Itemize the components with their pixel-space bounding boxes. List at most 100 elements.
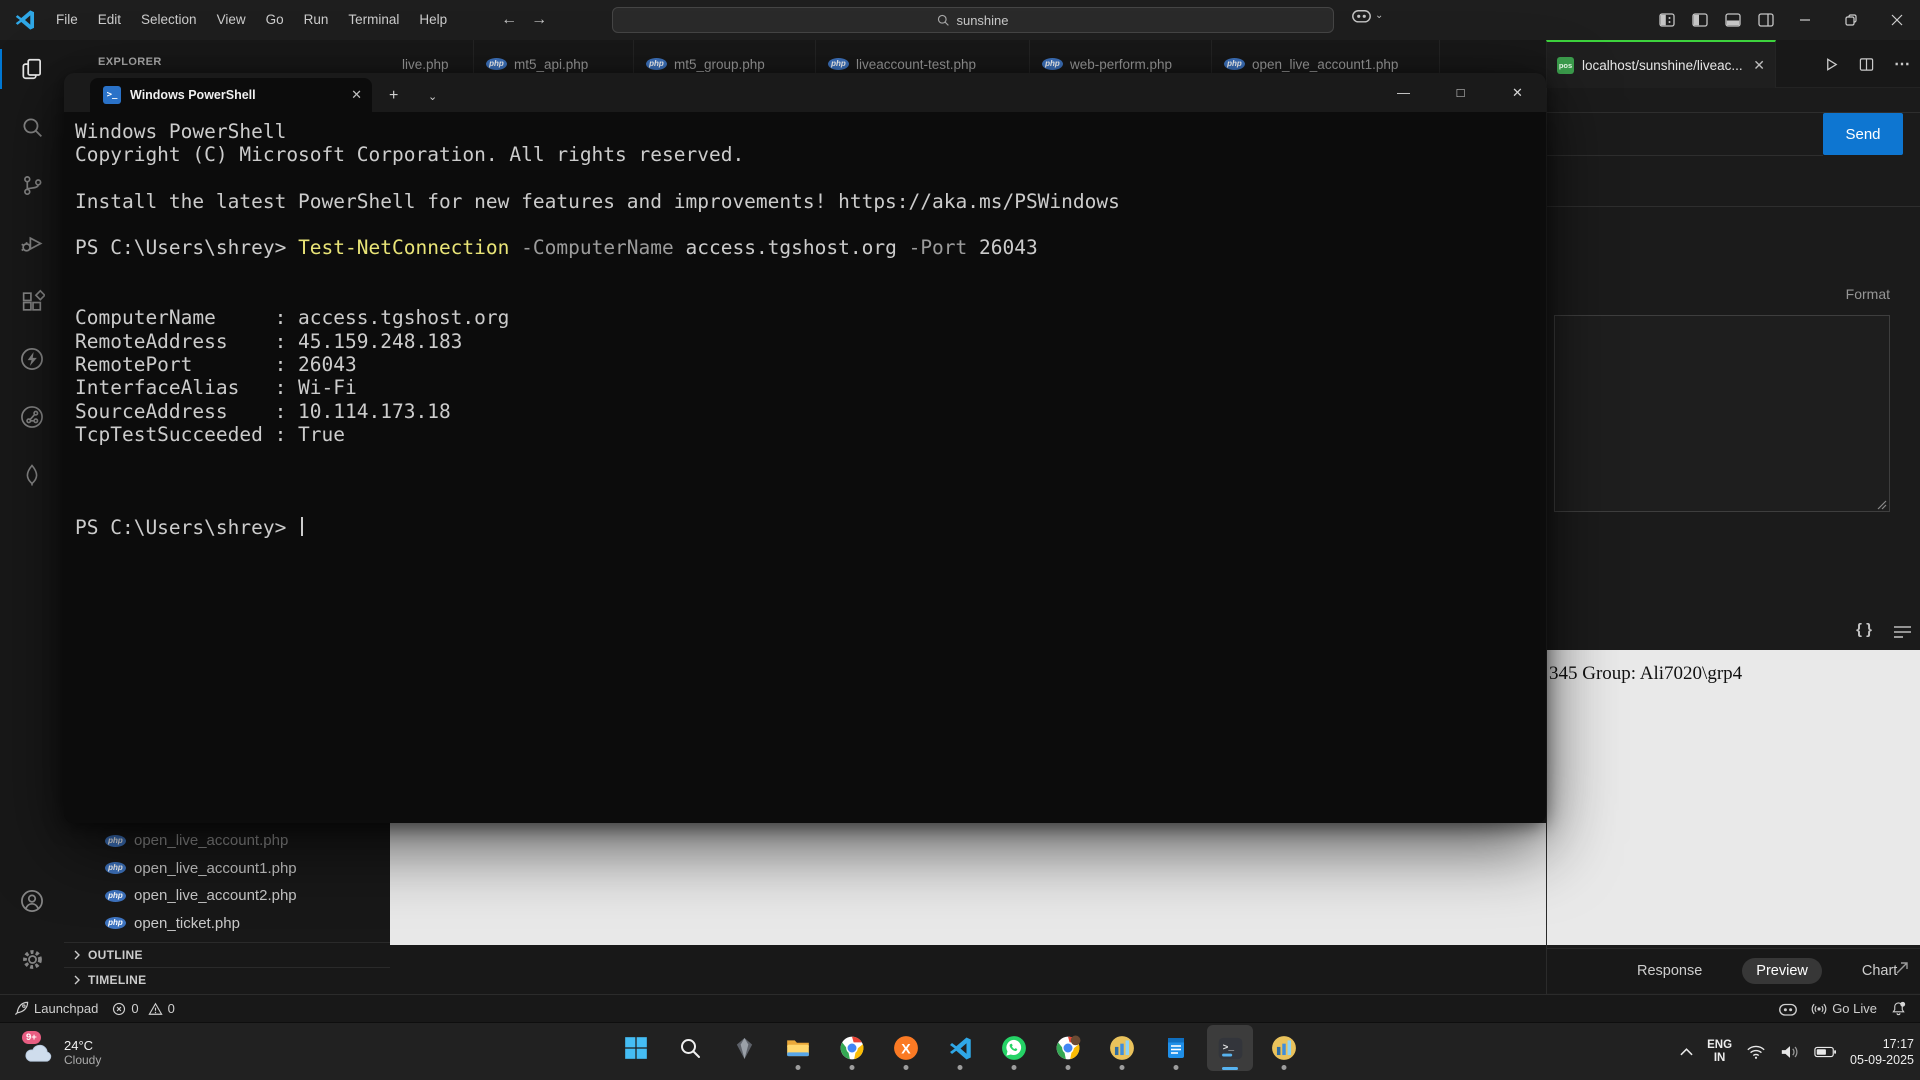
menu-edit[interactable]: Edit — [88, 0, 131, 40]
terminal-line: PS C:\Users\shrey> — [75, 516, 1546, 539]
terminal-tab[interactable]: >_ Windows PowerShell ✕ — [90, 78, 372, 112]
terminal-line — [75, 167, 1546, 190]
sidebar-item-mongodb[interactable] — [0, 446, 64, 504]
toggle-panel-icon[interactable] — [1716, 0, 1749, 40]
go-live-label: Go Live — [1832, 1001, 1877, 1016]
taskbar-icon-mt5-2[interactable] — [1261, 1025, 1307, 1071]
send-button[interactable]: Send — [1823, 113, 1903, 155]
request-body-textarea[interactable] — [1554, 315, 1890, 512]
section-outline[interactable]: OUTLINE — [64, 942, 390, 967]
taskbar-icon-start[interactable] — [613, 1025, 659, 1071]
menu-selection[interactable]: Selection — [131, 0, 207, 40]
running-indicator — [1282, 1065, 1287, 1070]
vscode-logo-icon — [14, 9, 36, 31]
menu-view[interactable]: View — [207, 0, 256, 40]
sidebar-item-extensions[interactable] — [0, 272, 64, 330]
window-close-button[interactable] — [1874, 0, 1920, 40]
menu-run[interactable]: Run — [294, 0, 339, 40]
copilot-menu[interactable]: ⌄ — [1352, 8, 1383, 23]
rest-client-panel: Send Format { } 345 Group: Ali7020\grp4 … — [1546, 88, 1920, 994]
terminal-line: Windows PowerShell — [75, 120, 1546, 143]
file-item-open_live_account2.php[interactable]: phpopen_live_account2.php — [64, 882, 390, 910]
tab-label: mt5_group.php — [674, 57, 765, 72]
toggle-secondary-sidebar-icon[interactable] — [1749, 0, 1782, 40]
json-braces-icon[interactable]: { } — [1856, 621, 1872, 638]
toggle-sidebar-icon[interactable] — [1683, 0, 1716, 40]
problems-button[interactable]: 0 0 — [105, 995, 181, 1022]
settings-button[interactable] — [0, 930, 64, 988]
settings-gear-icon — [20, 947, 45, 972]
terminal-output[interactable]: Windows PowerShellCopyright (C) Microsof… — [64, 112, 1546, 823]
sidebar-item-run-debug[interactable] — [0, 214, 64, 272]
account-button[interactable] — [0, 872, 64, 930]
taskbar-icon-search[interactable] — [667, 1025, 713, 1071]
window-minimize-button[interactable] — [1782, 0, 1828, 40]
search-icon — [937, 14, 950, 27]
taskbar-icon-terminal[interactable]: >_ — [1207, 1025, 1253, 1071]
window-restore-button[interactable] — [1828, 0, 1874, 40]
taskbar-icon-whatsapp[interactable] — [991, 1025, 1037, 1071]
nav-forward-icon[interactable]: → — [531, 11, 547, 29]
tab-close-icon[interactable]: ✕ — [1753, 57, 1765, 74]
format-button[interactable]: Format — [1846, 286, 1890, 302]
explorer-header: EXPLORER — [98, 56, 162, 68]
terminal-cursor — [301, 517, 303, 536]
word-wrap-icon[interactable] — [1893, 625, 1912, 639]
hidden-icons-chevron[interactable] — [1680, 1048, 1693, 1056]
terminal-maximize-button[interactable]: □ — [1432, 73, 1489, 112]
taskbar-icon-chrome-profile[interactable] — [1045, 1025, 1091, 1071]
taskbar-icon-chrome[interactable] — [829, 1025, 875, 1071]
split-editor-icon[interactable] — [1859, 57, 1874, 72]
news-badge: 9+ — [22, 1031, 41, 1044]
php-icon: php — [1042, 58, 1063, 70]
file-label: open_live_account2.php — [134, 887, 297, 904]
battery-icon[interactable] — [1814, 1046, 1836, 1058]
menu-help[interactable]: Help — [409, 0, 457, 40]
file-item-open_ticket.php[interactable]: phpopen_ticket.php — [64, 910, 390, 938]
bottom-tab-response[interactable]: Response — [1623, 958, 1716, 984]
taskbar-icon-mt5[interactable] — [1099, 1025, 1145, 1071]
tab-dropdown-icon[interactable]: ⌄ — [428, 90, 437, 103]
file-item-open_live_account.php[interactable]: phpopen_live_account.php — [64, 827, 390, 855]
file-item-open_live_account1.php[interactable]: phpopen_live_account1.php — [64, 855, 390, 883]
desktop: { "titlebar": { "menus": ["File","Edit",… — [0, 0, 1920, 1080]
bell-icon — [1891, 1001, 1906, 1016]
volume-icon[interactable] — [1780, 1044, 1800, 1060]
terminal-minimize-button[interactable]: — — [1375, 73, 1432, 112]
expand-diagonal-icon[interactable] — [1894, 960, 1910, 976]
sidebar-item-source-control[interactable] — [0, 156, 64, 214]
taskbar-icon-vscode[interactable] — [937, 1025, 983, 1071]
section-timeline[interactable]: TIMELINE — [64, 967, 390, 992]
clock[interactable]: 17:17 05-09-2025 — [1850, 1036, 1914, 1068]
taskbar-icon-notes[interactable] — [1153, 1025, 1199, 1071]
customize-layout-icon[interactable] — [1650, 0, 1683, 40]
more-actions-icon[interactable]: ⋯ — [1894, 54, 1912, 74]
go-live-button[interactable]: Go Live — [1804, 995, 1884, 1022]
launchpad-button[interactable]: Launchpad — [0, 995, 105, 1022]
notifications-button[interactable] — [1884, 995, 1920, 1022]
wifi-icon[interactable] — [1746, 1044, 1766, 1060]
menu-file[interactable]: File — [46, 0, 88, 40]
tab-localhost-preview[interactable]: pos localhost/sunshine/liveac... ✕ — [1546, 40, 1776, 88]
taskbar-icon-file-explorer[interactable] — [775, 1025, 821, 1071]
new-tab-button[interactable]: + — [389, 87, 398, 105]
sidebar-item-search[interactable] — [0, 98, 64, 156]
nav-back-icon[interactable]: ← — [501, 11, 517, 29]
taskbar-icon-app-dark[interactable] — [721, 1025, 767, 1071]
copilot-status-button[interactable] — [1772, 995, 1804, 1022]
terminal-titlebar[interactable]: >_ Windows PowerShell ✕ + ⌄ — □ ✕ — [64, 73, 1546, 112]
language-indicator[interactable]: ENG IN — [1707, 1039, 1732, 1065]
command-center-search[interactable]: sunshine — [612, 7, 1334, 33]
menu-terminal[interactable]: Terminal — [338, 0, 409, 40]
terminal-tab-close-icon[interactable]: ✕ — [351, 87, 362, 103]
sidebar-item-project-graph[interactable] — [0, 388, 64, 446]
run-file-icon[interactable] — [1824, 57, 1839, 72]
sidebar-item-explorer[interactable] — [0, 40, 64, 98]
sidebar-item-thunder-client[interactable] — [0, 330, 64, 388]
taskbar-icon-xampp[interactable]: X — [883, 1025, 929, 1071]
resize-handle-icon[interactable] — [1877, 500, 1887, 510]
terminal-close-button[interactable]: ✕ — [1489, 73, 1546, 112]
bottom-tab-preview[interactable]: Preview — [1742, 958, 1822, 984]
menu-go[interactable]: Go — [256, 0, 294, 40]
tab-label: localhost/sunshine/liveac... — [1582, 58, 1743, 73]
